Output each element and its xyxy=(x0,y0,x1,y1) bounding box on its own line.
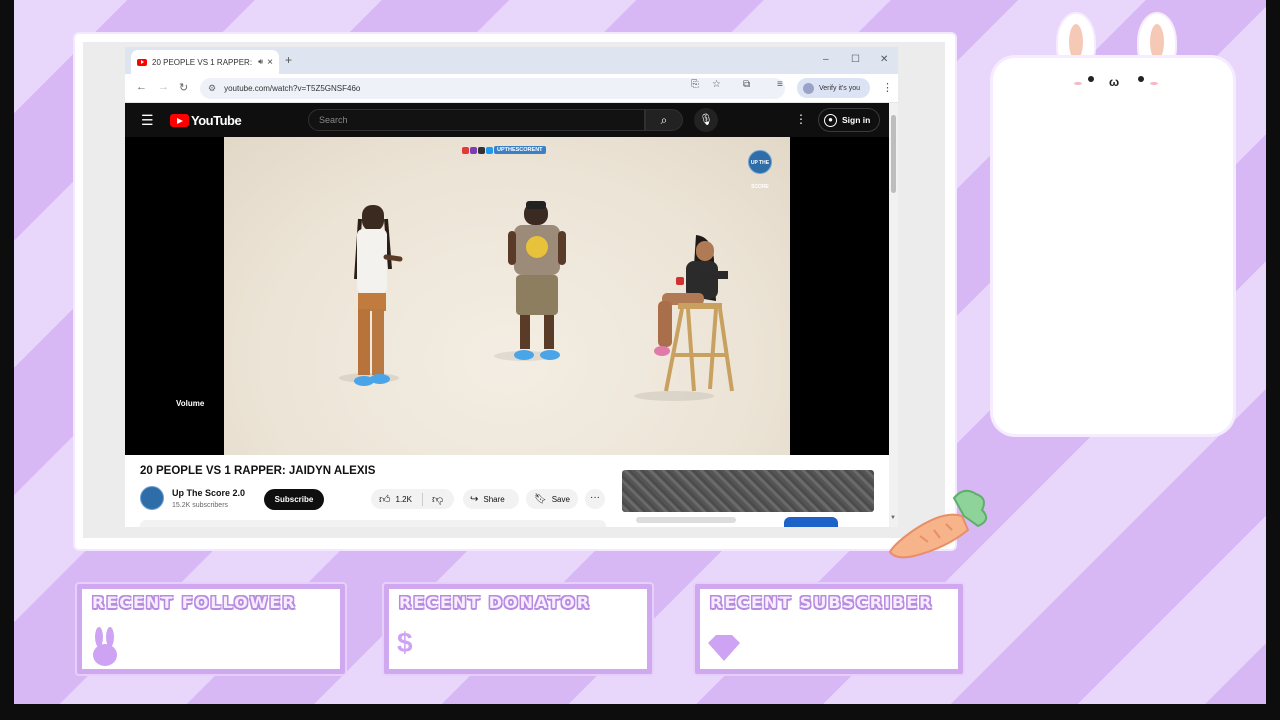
share-button[interactable]: ↪ Share xyxy=(463,489,519,509)
subscribe-button[interactable]: Subscribe xyxy=(264,489,324,510)
recent-donator-box: RECENT DONATOR $ xyxy=(384,584,652,674)
youtube-social-icon xyxy=(462,146,469,154)
diamond-icon xyxy=(708,635,740,661)
description-box[interactable] xyxy=(140,520,606,527)
recent-subscriber-title: RECENT SUBSCRIBER xyxy=(710,593,934,612)
video-player[interactable]: UPTHESCORENT UP THE SCORE Volume xyxy=(125,137,889,455)
recent-donator-title: RECENT DONATOR xyxy=(399,593,592,612)
hamburger-menu-icon[interactable]: ☰ xyxy=(141,112,154,129)
sign-in-label: Sign in xyxy=(842,115,871,125)
subscriber-count: 15.2K subscribers xyxy=(172,502,229,509)
search-icon[interactable]: ⌕ xyxy=(645,109,683,131)
watermark-handle: UPTHESCORENT xyxy=(494,146,546,154)
dislike-button[interactable]: 👎︎ xyxy=(423,493,443,506)
account-icon: ● xyxy=(824,113,837,127)
letterbox-left xyxy=(0,0,14,720)
channel-name[interactable]: Up The Score 2.0 xyxy=(172,488,245,498)
youtube-play-icon xyxy=(170,114,189,127)
youtube-header: ☰ YouTube Search ⌕ 🎙︎ ⋮ ● Sign in xyxy=(125,103,889,137)
like-dislike-group: 👍︎ 1.2K 👎︎ xyxy=(371,489,454,509)
tab-strip: 20 PEOPLE VS 1 RAPPER: JA 🔊︎ × + – ☐ ✕ xyxy=(125,47,898,74)
youtube-favicon-icon xyxy=(137,58,147,66)
new-tab-button[interactable]: + xyxy=(285,53,292,67)
person-center xyxy=(508,201,566,360)
profile-avatar xyxy=(803,82,814,94)
browser-menu-icon[interactable]: ⋮ xyxy=(882,81,893,94)
forward-icon[interactable]: → xyxy=(158,81,169,93)
youtube-logo-text: YouTube xyxy=(191,113,242,128)
microphone-icon[interactable]: 🎙︎ xyxy=(694,108,718,132)
video-title: 20 PEOPLE VS 1 RAPPER: JAIDYN ALEXIS xyxy=(140,465,376,477)
tiktok-social-icon xyxy=(478,146,485,154)
close-tab-icon[interactable]: × xyxy=(267,57,273,68)
video-info-section: 20 PEOPLE VS 1 RAPPER: JAIDYN ALEXIS Up … xyxy=(125,455,889,527)
bunny-face: ω xyxy=(1074,72,1158,94)
speaker-icon[interactable]: 🔊︎ xyxy=(258,57,263,67)
instagram-social-icon xyxy=(470,146,477,154)
page-scrollbar-thumb[interactable] xyxy=(891,115,896,193)
bunny-chat-panel xyxy=(993,58,1233,434)
video-frame[interactable]: UPTHESCORENT UP THE SCORE xyxy=(224,137,790,455)
ad-info-row xyxy=(622,512,874,527)
reload-icon[interactable]: ↻ xyxy=(179,81,188,94)
bunny-silhouette-icon xyxy=(93,627,117,666)
recent-follower-title: RECENT FOLLOWER xyxy=(92,593,297,612)
site-info-icon[interactable]: ⚙ xyxy=(208,83,216,94)
url-text: youtube.com/watch?v=T5Z5GNSF46o xyxy=(224,84,361,93)
channel-watermark-badge[interactable]: UP THE SCORE xyxy=(748,150,772,190)
verify-profile-button[interactable]: Verify it's you xyxy=(797,78,870,98)
person-right-seated xyxy=(654,235,734,392)
tab-title: 20 PEOPLE VS 1 RAPPER: JA xyxy=(152,57,255,67)
recent-subscriber-box: RECENT SUBSCRIBER xyxy=(695,584,963,674)
back-icon[interactable]: ← xyxy=(136,81,147,93)
settings-menu-icon[interactable]: ⋮ xyxy=(795,112,807,126)
close-window-button[interactable]: ✕ xyxy=(880,54,888,65)
bunny-mouth: ω xyxy=(1109,75,1120,89)
browser-window: 20 PEOPLE VS 1 RAPPER: JA 🔊︎ × + – ☐ ✕ ←… xyxy=(125,47,898,527)
more-actions-button[interactable]: ··· xyxy=(585,489,605,509)
thumbs-down-icon: 👎︎ xyxy=(432,493,444,506)
letterbox-right xyxy=(1266,0,1280,720)
extensions-icon[interactable]: ⧉ xyxy=(743,79,750,90)
video-watermark: UPTHESCORENT xyxy=(462,145,546,155)
bookmark-icon: 🔖︎ xyxy=(534,493,547,505)
ad-text-placeholder xyxy=(636,517,736,523)
toolbar: ← → ↻ ⚙ youtube.com/watch?v=T5Z5GNSF46o … xyxy=(125,74,898,103)
thumbs-up-icon: 👍︎ xyxy=(379,493,391,506)
sign-in-button[interactable]: ● Sign in xyxy=(818,108,880,132)
bunny-blush xyxy=(1074,82,1082,85)
maximize-button[interactable]: ☐ xyxy=(851,54,860,65)
stream-overlay-background: 20 PEOPLE VS 1 RAPPER: JA 🔊︎ × + – ☐ ✕ ←… xyxy=(0,0,1280,720)
verify-label: Verify it's you xyxy=(819,84,861,92)
dollar-icon: $ xyxy=(397,627,413,658)
share-icon: ↪ xyxy=(470,493,479,505)
ad-cta-button[interactable] xyxy=(784,517,838,527)
twitter-social-icon xyxy=(486,146,493,154)
like-count: 1.2K xyxy=(395,494,412,504)
install-app-icon[interactable]: ⎘ xyxy=(691,79,699,90)
bunny-eye xyxy=(1088,76,1094,82)
minimize-button[interactable]: – xyxy=(823,54,829,65)
channel-avatar[interactable] xyxy=(140,486,164,510)
ad-banner-image[interactable] xyxy=(622,470,874,512)
like-button[interactable]: 👍︎ 1.2K xyxy=(371,492,423,506)
recent-follower-box: RECENT FOLLOWER xyxy=(77,584,345,674)
volume-tooltip: Volume xyxy=(176,399,205,408)
browser-tab[interactable]: 20 PEOPLE VS 1 RAPPER: JA 🔊︎ × xyxy=(131,50,279,74)
person-left xyxy=(354,205,403,386)
letterbox-bottom xyxy=(0,704,1280,720)
search-input[interactable]: Search xyxy=(308,109,645,131)
share-label: Share xyxy=(483,494,505,504)
save-button[interactable]: 🔖︎ Save xyxy=(526,489,578,509)
save-label: Save xyxy=(551,494,570,504)
bookmark-star-icon[interactable]: ☆ xyxy=(712,79,721,90)
media-control-icon[interactable]: ≡ xyxy=(777,79,783,90)
carrot-decoration-icon xyxy=(888,489,988,559)
bunny-blush xyxy=(1150,82,1158,85)
youtube-logo[interactable]: YouTube xyxy=(170,113,242,128)
bunny-eye xyxy=(1138,76,1144,82)
